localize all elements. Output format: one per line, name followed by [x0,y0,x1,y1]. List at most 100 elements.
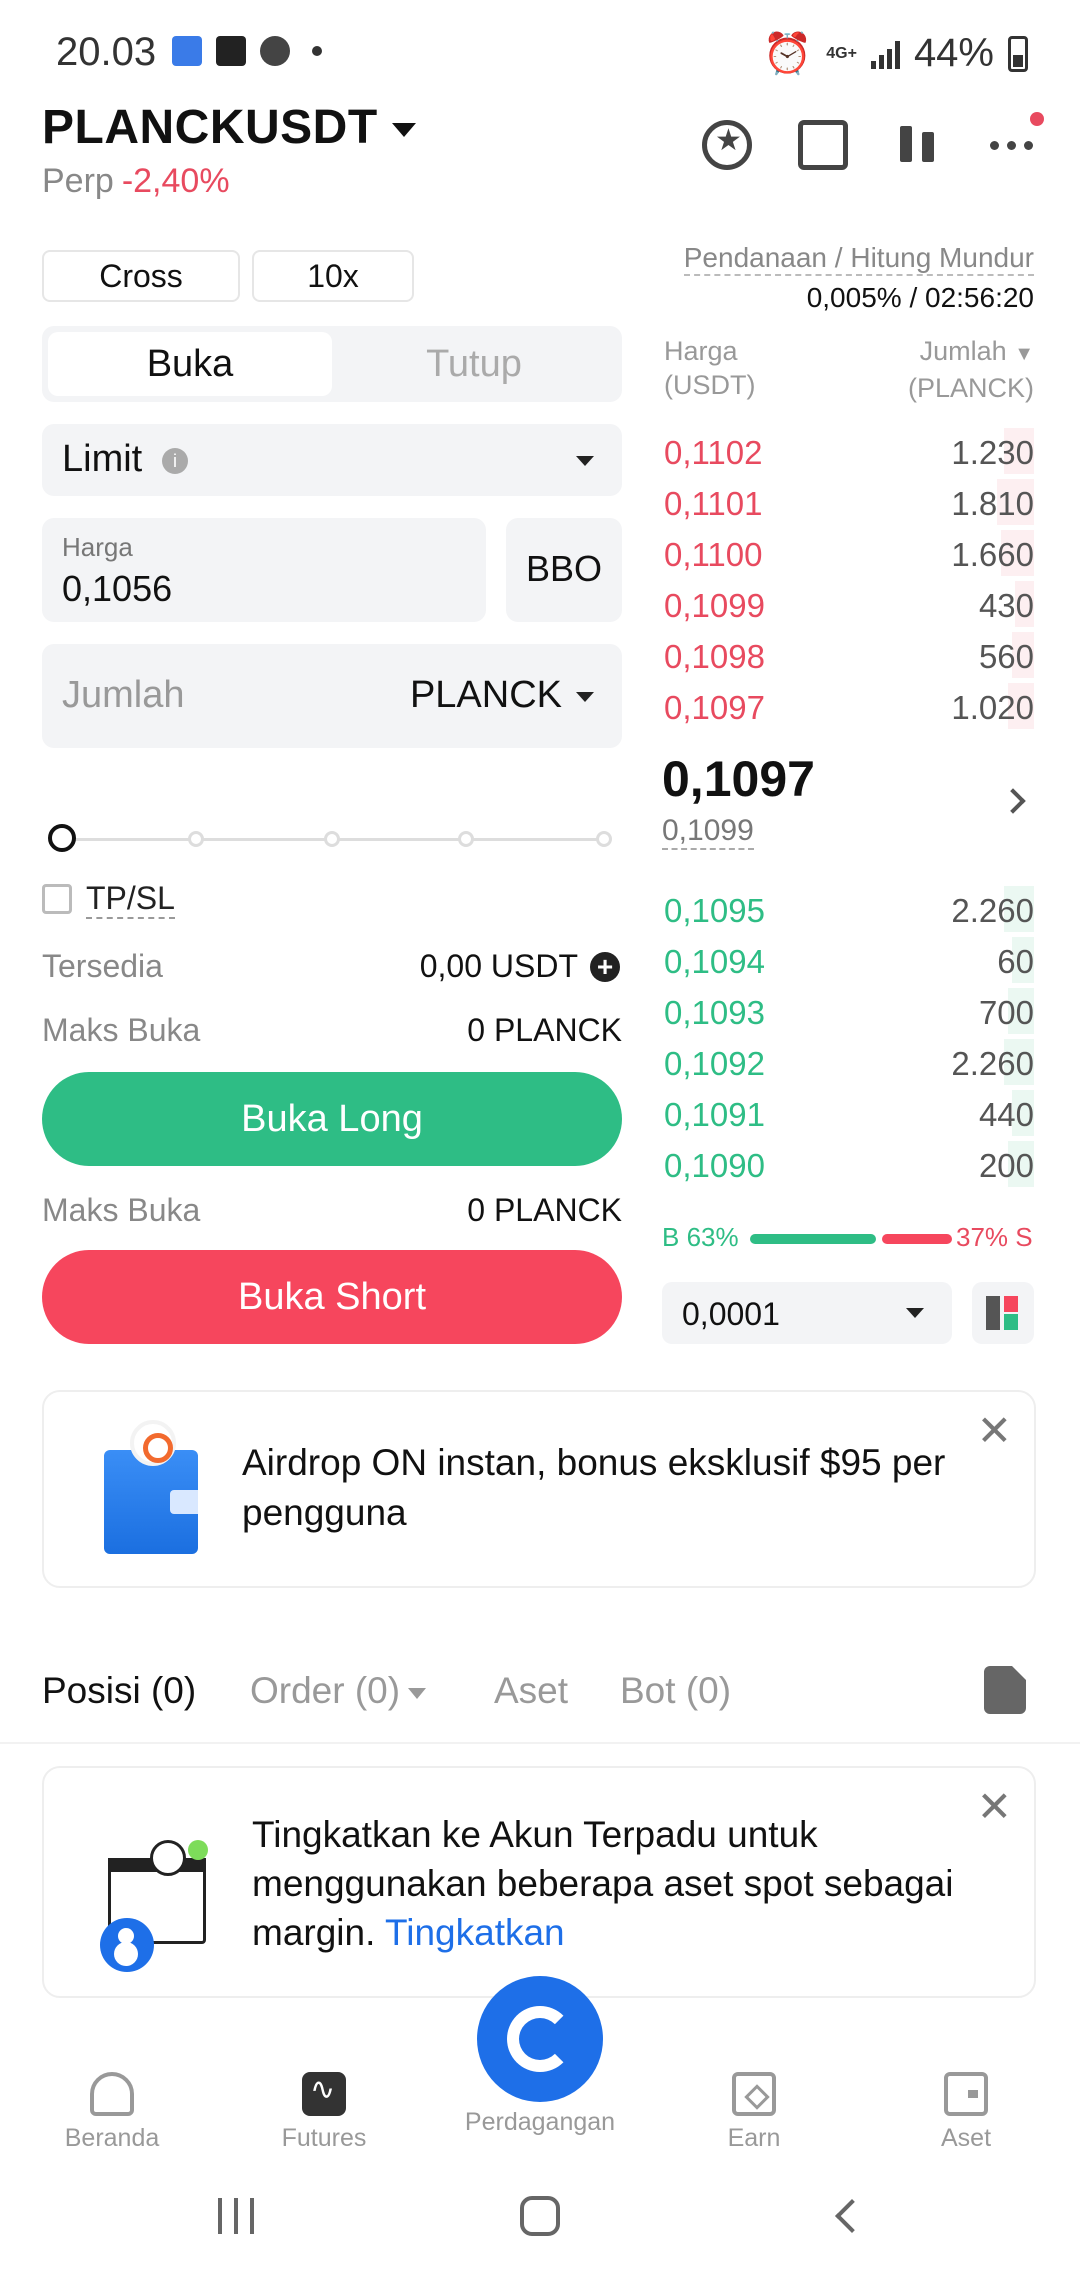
ask-row[interactable]: 0,1102 1.230 [662,426,1034,476]
slider-tick-25[interactable] [188,831,204,847]
tab-positions[interactable]: Posisi (0) [42,1670,196,1712]
status-time: 20.03 [56,30,157,74]
unified-account-banner[interactable]: Tingkatkan ke Akun Terpadu untuk menggun… [42,1766,1036,1998]
nav-futures[interactable]: Futures [234,2072,414,2153]
margin-mode-button[interactable]: Cross [42,250,240,302]
notification-dot [1030,112,1044,126]
orderbook-price-header: Harga (USDT) [664,334,755,402]
info-icon[interactable]: i [162,448,188,474]
bid-price: 0,1093 [664,994,765,1031]
bid-row[interactable]: 0,1091 440 [662,1088,1034,1138]
add-funds-icon[interactable]: + [590,952,620,982]
price-header-label: Harga [664,336,738,366]
notification-icons [172,36,322,66]
tab-bots[interactable]: Bot (0) [620,1670,731,1712]
nav-home[interactable]: Beranda [22,2072,202,2153]
nav-earn[interactable]: Earn [664,2072,844,2153]
ask-row[interactable]: 0,1100 1.660 [662,528,1034,578]
amount-unit-select[interactable]: PLANCK [410,674,562,717]
price-input[interactable]: Harga 0,1056 [42,518,486,622]
pair-selector[interactable]: PLANCKUSDT [42,100,416,155]
chevron-down-icon [391,123,416,138]
order-history-icon[interactable] [984,1666,1026,1714]
trade-center-button[interactable] [477,1976,603,2102]
more-notifications-icon [312,46,322,56]
price-header-unit: (USDT) [664,370,756,400]
bid-price: 0,1094 [664,943,765,980]
contract-type: Perp [42,162,114,200]
bid-qty: 440 [978,1096,1034,1133]
amount-slider-handle[interactable] [48,824,76,852]
sell-ratio: 37% S [956,1222,1033,1252]
bid-price: 0,1092 [664,1045,765,1082]
system-navigation [0,2176,1080,2280]
tab-assets[interactable]: Aset [494,1670,568,1712]
slider-tick-100[interactable] [596,831,612,847]
max-open-short-value: 0 PLANCK [467,1192,622,1228]
chevron-down-icon [906,1308,924,1318]
ask-price: 0,1100 [664,536,763,573]
chevron-down-icon: ▼ [1014,343,1034,365]
orderbook-qty-header[interactable]: Jumlah ▼ (PLANCK) [908,334,1034,405]
slider-tick-50[interactable] [324,831,340,847]
bid-price: 0,1095 [664,892,765,929]
order-type-select[interactable]: Limit i [42,424,622,496]
nav-home-label: Beranda [64,2124,160,2152]
recent-apps-icon[interactable] [218,2198,254,2234]
open-short-button[interactable]: Buka Short [42,1250,622,1344]
candlestick-chart-icon[interactable] [894,120,944,170]
chevron-down-icon [576,456,594,466]
airdrop-promo-banner[interactable]: Airdrop ON instan, bonus eksklusif $95 p… [42,1390,1036,1588]
ask-row[interactable]: 0,1099 430 [662,579,1034,629]
pair-name: PLANCKUSDT [42,101,378,154]
ask-row[interactable]: 0,1101 1.810 [662,477,1034,527]
slider-tick-75[interactable] [458,831,474,847]
reward-badge-icon[interactable] [702,120,752,170]
home-button-icon[interactable] [520,2196,560,2236]
ask-qty: 1.660 [951,536,1034,573]
nav-assets-label: Aset [940,2124,992,2152]
precision-select[interactable]: 0,0001 [662,1282,952,1344]
tpsl-checkbox[interactable] [42,884,72,914]
open-close-toggle: Buka Tutup [42,326,622,402]
more-menu-icon[interactable] [990,112,1044,170]
price-value: 0,1056 [62,568,173,609]
chevron-right-icon[interactable] [1000,788,1026,814]
tab-close[interactable]: Tutup [332,332,616,396]
bid-row[interactable]: 0,1095 2.260 [662,884,1034,934]
bid-row[interactable]: 0,1092 2.260 [662,1037,1034,1087]
funding-title[interactable]: Pendanaan / Hitung Mundur [683,242,1034,276]
nav-futures-label: Futures [281,2124,367,2152]
funding-value: 0,005% / 02:56:20 [806,282,1034,313]
nav-assets[interactable]: Aset [876,2072,1056,2153]
amount-input[interactable]: Jumlah PLANCK [42,644,622,748]
chart-analysis-icon[interactable] [798,120,848,170]
upgrade-link[interactable]: Tingkatkan [385,1912,565,1953]
bbo-button[interactable]: BBO [506,518,622,622]
ask-price: 0,1097 [664,689,765,726]
close-icon[interactable]: ✕ [977,1410,1012,1452]
chevron-down-icon [576,692,594,702]
mark-price[interactable]: 0,1099 [662,814,754,850]
network-type: 4G+ [826,44,857,62]
close-icon[interactable]: ✕ [977,1786,1012,1828]
ask-qty: 1.810 [951,485,1034,522]
bid-row[interactable]: 0,1094 60 [662,935,1034,985]
tab-open[interactable]: Buka [48,332,332,396]
order-type-label: Limit [62,438,143,480]
back-icon[interactable] [835,2199,869,2233]
airdrop-promo-text: Airdrop ON instan, bonus eksklusif $95 p… [242,1442,946,1533]
ask-row[interactable]: 0,1097 1.020 [662,681,1034,731]
ask-row[interactable]: 0,1098 560 [662,630,1034,680]
open-long-button[interactable]: Buka Long [42,1072,622,1166]
max-open-long-value: 0 PLANCK [467,1012,622,1048]
nav-trade-label[interactable]: Perdagangan [450,2108,630,2137]
ask-qty: 1.230 [951,434,1034,471]
leverage-button[interactable]: 10x [252,250,414,302]
bid-row[interactable]: 0,1090 200 [662,1139,1034,1189]
orderbook-layout-icon[interactable] [972,1282,1034,1344]
tpsl-label[interactable]: TP/SL [86,880,175,919]
bid-row[interactable]: 0,1093 700 [662,986,1034,1036]
tab-orders[interactable]: Order (0) [250,1670,427,1712]
price-label: Harga [62,532,133,562]
